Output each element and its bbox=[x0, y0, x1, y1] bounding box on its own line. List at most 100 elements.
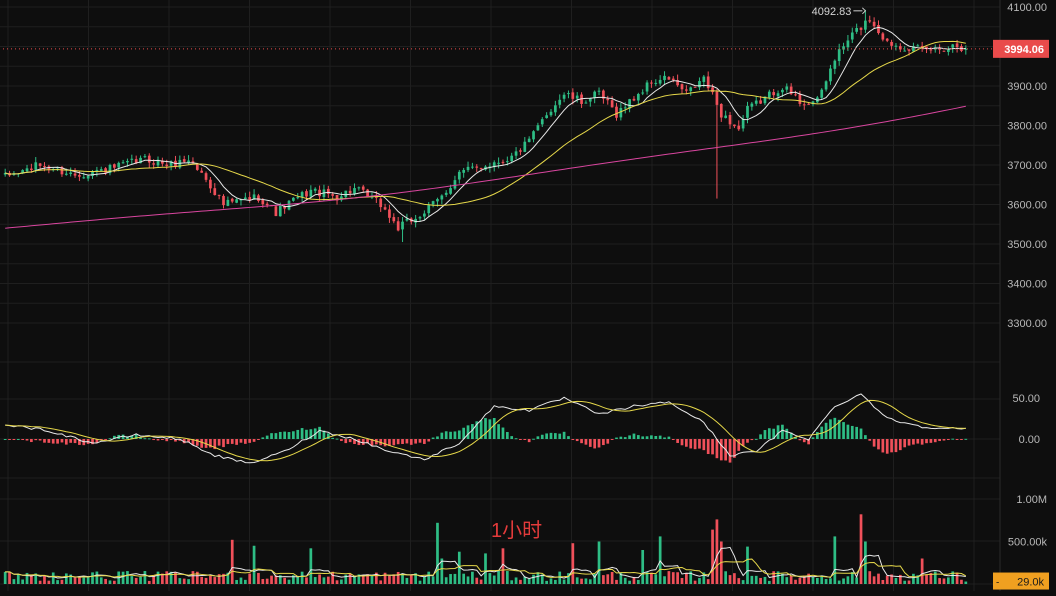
candle-body[interactable] bbox=[514, 151, 518, 156]
candle-body[interactable] bbox=[182, 159, 186, 162]
candle-body[interactable] bbox=[781, 89, 784, 93]
candle-body[interactable] bbox=[274, 206, 278, 217]
candle-body[interactable] bbox=[431, 201, 435, 205]
candle-body[interactable] bbox=[326, 188, 330, 194]
candle-body[interactable] bbox=[243, 197, 247, 200]
candle-body[interactable] bbox=[226, 199, 230, 206]
candle-body[interactable] bbox=[95, 169, 99, 172]
candle-body[interactable] bbox=[532, 131, 535, 140]
candle-body[interactable] bbox=[820, 89, 824, 98]
candle-body[interactable] bbox=[457, 171, 461, 180]
candle-body[interactable] bbox=[807, 103, 810, 105]
candle-body[interactable] bbox=[942, 50, 946, 52]
candle-body[interactable] bbox=[217, 194, 221, 196]
candle-body[interactable] bbox=[505, 161, 509, 163]
candle-body[interactable] bbox=[331, 194, 335, 196]
candle-body[interactable] bbox=[73, 173, 77, 176]
candle-body[interactable] bbox=[680, 84, 684, 90]
candle-body[interactable] bbox=[759, 100, 762, 104]
candle-body[interactable] bbox=[728, 114, 732, 125]
candle-body[interactable] bbox=[462, 169, 466, 173]
candle-body[interactable] bbox=[64, 173, 68, 175]
candle-body[interactable] bbox=[597, 90, 601, 92]
candle-body[interactable] bbox=[623, 107, 627, 109]
candle-body[interactable] bbox=[689, 87, 693, 92]
candle-body[interactable] bbox=[802, 104, 806, 106]
candle-body[interactable] bbox=[25, 168, 29, 172]
candle-body[interactable] bbox=[318, 189, 321, 197]
candle-body[interactable] bbox=[549, 111, 553, 116]
candle-body[interactable] bbox=[872, 21, 876, 27]
candle-body[interactable] bbox=[292, 197, 295, 201]
candle-body[interactable] bbox=[444, 192, 448, 195]
candle-body[interactable] bbox=[846, 40, 850, 48]
candle-body[interactable] bbox=[562, 94, 566, 99]
candle-body[interactable] bbox=[117, 162, 121, 168]
candle-body[interactable] bbox=[361, 186, 365, 190]
candle-body[interactable] bbox=[305, 191, 308, 197]
candle-body[interactable] bbox=[230, 198, 234, 202]
candle-body[interactable] bbox=[82, 177, 86, 179]
candle-body[interactable] bbox=[34, 162, 38, 170]
candle-body[interactable] bbox=[833, 60, 837, 69]
candle-body[interactable] bbox=[523, 141, 527, 152]
candle-body[interactable] bbox=[383, 207, 387, 210]
candle-body[interactable] bbox=[663, 75, 666, 81]
candle-body[interactable] bbox=[392, 217, 396, 222]
candle-body[interactable] bbox=[571, 92, 575, 99]
candle-body[interactable] bbox=[471, 166, 474, 168]
candle-body[interactable] bbox=[955, 43, 959, 48]
candle-body[interactable] bbox=[829, 68, 832, 82]
candle-body[interactable] bbox=[907, 49, 911, 51]
candle-body[interactable] bbox=[466, 166, 470, 171]
candle-body[interactable] bbox=[885, 38, 889, 41]
candle-body[interactable] bbox=[855, 28, 859, 32]
candle-body[interactable] bbox=[235, 199, 238, 203]
candle-body[interactable] bbox=[929, 49, 933, 51]
candle-body[interactable] bbox=[724, 115, 728, 119]
candle-body[interactable] bbox=[86, 175, 90, 179]
candle-body[interactable] bbox=[588, 98, 592, 102]
candle-body[interactable] bbox=[903, 50, 907, 52]
candle-body[interactable] bbox=[536, 125, 540, 131]
candle-body[interactable] bbox=[558, 99, 562, 105]
candle-body[interactable] bbox=[78, 175, 81, 177]
candle-body[interactable] bbox=[265, 203, 269, 206]
candle-body[interactable] bbox=[554, 105, 557, 113]
candle-body[interactable] bbox=[366, 189, 369, 197]
candle-body[interactable] bbox=[671, 78, 675, 81]
candle-body[interactable] bbox=[606, 98, 610, 101]
candle-body[interactable] bbox=[785, 86, 789, 90]
candle-body[interactable] bbox=[868, 20, 872, 22]
candle-body[interactable] bbox=[357, 187, 361, 189]
candle-body[interactable] bbox=[69, 172, 73, 174]
candle-body[interactable] bbox=[309, 189, 313, 197]
candle-body[interactable] bbox=[418, 217, 422, 219]
candle-body[interactable] bbox=[658, 79, 662, 84]
candle-body[interactable] bbox=[396, 221, 400, 231]
candle-body[interactable] bbox=[200, 170, 204, 173]
candle-body[interactable] bbox=[641, 92, 645, 94]
candle-body[interactable] bbox=[706, 76, 710, 89]
candle-body[interactable] bbox=[610, 100, 614, 108]
candle-body[interactable] bbox=[619, 108, 623, 118]
candle-body[interactable] bbox=[152, 163, 155, 165]
trading-chart[interactable]: 4092.83 1小时 4100.004000.003900.003800.00… bbox=[0, 0, 1056, 591]
candle-body[interactable] bbox=[209, 179, 212, 189]
candle-body[interactable] bbox=[667, 77, 671, 80]
candle-body[interactable] bbox=[38, 163, 42, 166]
candle-body[interactable] bbox=[737, 125, 741, 130]
candle-body[interactable] bbox=[165, 164, 169, 167]
candle-body[interactable] bbox=[30, 168, 33, 171]
candle-body[interactable] bbox=[222, 195, 225, 206]
candle-body[interactable] bbox=[575, 95, 579, 99]
candle-body[interactable] bbox=[278, 205, 282, 217]
candle-body[interactable] bbox=[475, 166, 479, 168]
candle-body[interactable] bbox=[881, 33, 885, 40]
candle-body[interactable] bbox=[436, 199, 439, 202]
candle-body[interactable] bbox=[754, 100, 758, 104]
candle-body[interactable] bbox=[497, 162, 500, 164]
candle-body[interactable] bbox=[388, 209, 391, 218]
candle-body[interactable] bbox=[685, 89, 688, 91]
candle-body[interactable] bbox=[91, 171, 94, 176]
